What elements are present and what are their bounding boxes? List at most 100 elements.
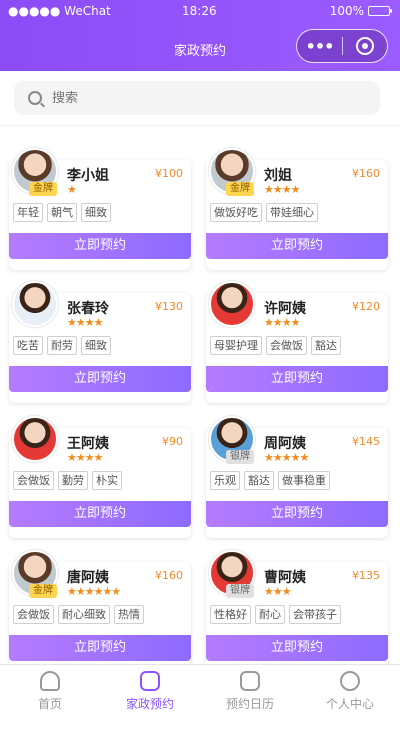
worker-card[interactable]: 张春玲 ¥130 ★★★★ 吃苦 耐劳 细致 立即预约 <box>9 281 191 403</box>
tag: 会做饭 <box>13 605 54 624</box>
book-now-button[interactable]: 立即预约 <box>9 233 191 259</box>
worker-card[interactable]: 金牌 李小姐 ¥100 ★ 年轻 朝气 细致 立即预约 <box>9 148 191 270</box>
worker-price: ¥100 <box>155 167 183 180</box>
worker-name: 曹阿姨 <box>264 570 306 586</box>
tag: 性格好 <box>210 605 251 624</box>
user-icon <box>340 671 360 691</box>
clock: 18:26 <box>182 4 217 18</box>
worker-card[interactable]: 银牌 周阿姨 ¥145 ★★★★★ 乐观 豁达 做事稳重 立即预约 <box>206 416 388 538</box>
worker-name: 李小姐 <box>67 168 109 184</box>
avatar <box>209 281 255 327</box>
worker-card[interactable]: 许阿姨 ¥120 ★★★★ 母婴护理 会做饭 豁达 立即预约 <box>206 281 388 403</box>
rating-stars: ★★★★ <box>264 183 300 196</box>
tag: 朝气 <box>47 203 77 222</box>
tag: 会做饭 <box>266 336 307 355</box>
worker-price: ¥160 <box>155 569 183 582</box>
worker-name: 王阿姨 <box>67 436 109 452</box>
worker-price: ¥145 <box>352 435 380 448</box>
tag-list: 母婴护理 会做饭 豁达 <box>210 336 341 355</box>
tag: 做饭好吃 <box>210 203 262 222</box>
tab-label: 个人中心 <box>325 697 374 711</box>
battery-icon <box>368 6 392 16</box>
worker-card[interactable]: 金牌 唐阿姨 ¥160 ★★★★★★ 会做饭 耐心细致 热情 立即预约 <box>9 550 191 672</box>
home-icon <box>40 671 60 691</box>
rating-stars: ★★★★ <box>67 316 103 329</box>
tag: 豁达 <box>311 336 341 355</box>
tag: 会做饭 <box>13 471 54 490</box>
worker-card[interactable]: 银牌 曹阿姨 ¥135 ★★★ 性格好 耐心 会带孩子 立即预约 <box>206 550 388 672</box>
tab-calendar[interactable]: 预约日历 <box>200 665 300 714</box>
tag: 做事稳重 <box>278 471 330 490</box>
calendar-icon <box>240 671 260 691</box>
tag: 热情 <box>114 605 144 624</box>
rating-stars: ★★★ <box>264 585 292 598</box>
medal-badge: 金牌 <box>29 182 57 196</box>
book-now-button[interactable]: 立即预约 <box>206 635 388 661</box>
tag: 细致 <box>81 336 111 355</box>
book-now-button[interactable]: 立即预约 <box>9 501 191 527</box>
tag-list: 年轻 朝气 细致 <box>13 203 111 222</box>
book-now-button[interactable]: 立即预约 <box>206 366 388 392</box>
tag: 乐观 <box>210 471 240 490</box>
search-section <box>0 71 400 126</box>
tag-list: 会做饭 勤劳 朴实 <box>13 471 122 490</box>
rating-stars: ★★★★ <box>264 316 300 329</box>
tab-label: 首页 <box>37 697 62 711</box>
tab-booking[interactable]: 家政预约 <box>100 665 200 714</box>
search-icon <box>28 91 42 105</box>
tag: 细致 <box>81 203 111 222</box>
book-now-button[interactable]: 立即预约 <box>9 366 191 392</box>
tab-label: 预约日历 <box>225 697 274 711</box>
tag: 带娃细心 <box>266 203 318 222</box>
tab-profile[interactable]: 个人中心 <box>300 665 400 714</box>
medal-badge: 金牌 <box>29 584 57 598</box>
battery-percent: 100% <box>329 4 364 18</box>
worker-price: ¥130 <box>155 300 183 313</box>
battery-indicator: 100% <box>329 4 392 18</box>
worker-price: ¥90 <box>162 435 183 448</box>
booking-icon <box>140 671 160 691</box>
tag: 吃苦 <box>13 336 43 355</box>
worker-price: ¥160 <box>352 167 380 180</box>
tag-list: 性格好 耐心 会带孩子 <box>210 605 341 624</box>
tag: 母婴护理 <box>210 336 262 355</box>
medal-badge: 银牌 <box>226 450 254 464</box>
tag: 耐心细致 <box>58 605 110 624</box>
avatar <box>12 281 58 327</box>
worker-list: 金牌 李小姐 ¥100 ★ 年轻 朝气 细致 立即预约 金牌 刘姐 ¥160 ★… <box>0 127 400 672</box>
worker-name: 唐阿姨 <box>67 570 109 586</box>
worker-card[interactable]: 金牌 刘姐 ¥160 ★★★★ 做饭好吃 带娃细心 立即预约 <box>206 148 388 270</box>
book-now-button[interactable]: 立即预约 <box>206 501 388 527</box>
tag: 年轻 <box>13 203 43 222</box>
medal-badge: 银牌 <box>226 584 254 598</box>
tab-home[interactable]: 首页 <box>0 665 100 714</box>
close-button[interactable] <box>343 37 387 55</box>
worker-name: 张春玲 <box>67 301 109 317</box>
avatar <box>12 416 58 462</box>
tag: 会带孩子 <box>289 605 341 624</box>
status-bar: ●●●●● WeChat 18:26 100% <box>0 0 400 22</box>
tag-list: 会做饭 耐心细致 热情 <box>13 605 144 624</box>
tag-list: 吃苦 耐劳 细致 <box>13 336 111 355</box>
carrier-label: ●●●●● WeChat <box>8 4 111 18</box>
worker-card[interactable]: 王阿姨 ¥90 ★★★★ 会做饭 勤劳 朴实 立即预约 <box>9 416 191 538</box>
tag: 豁达 <box>244 471 274 490</box>
tag: 耐心 <box>255 605 285 624</box>
rating-stars: ★★★★★ <box>264 451 309 464</box>
tag: 朴实 <box>92 471 122 490</box>
rating-stars: ★★★★ <box>67 451 103 464</box>
book-now-button[interactable]: 立即预约 <box>206 233 388 259</box>
search-bar[interactable] <box>14 81 380 115</box>
more-button[interactable]: ••• <box>297 37 342 56</box>
bottom-tab-bar: 首页 家政预约 预约日历 个人中心 <box>0 664 400 713</box>
top-bar: ●●●●● WeChat 18:26 100% 家政预约 ••• <box>0 0 400 71</box>
rating-stars: ★ <box>67 183 77 196</box>
book-now-button[interactable]: 立即预约 <box>9 635 191 661</box>
worker-name: 周阿姨 <box>264 436 306 452</box>
medal-badge: 金牌 <box>226 182 254 196</box>
tag: 勤劳 <box>58 471 88 490</box>
search-input[interactable] <box>52 90 352 106</box>
tag: 耐劳 <box>47 336 77 355</box>
tab-label: 家政预约 <box>125 697 174 711</box>
rating-stars: ★★★★★★ <box>67 585 121 598</box>
